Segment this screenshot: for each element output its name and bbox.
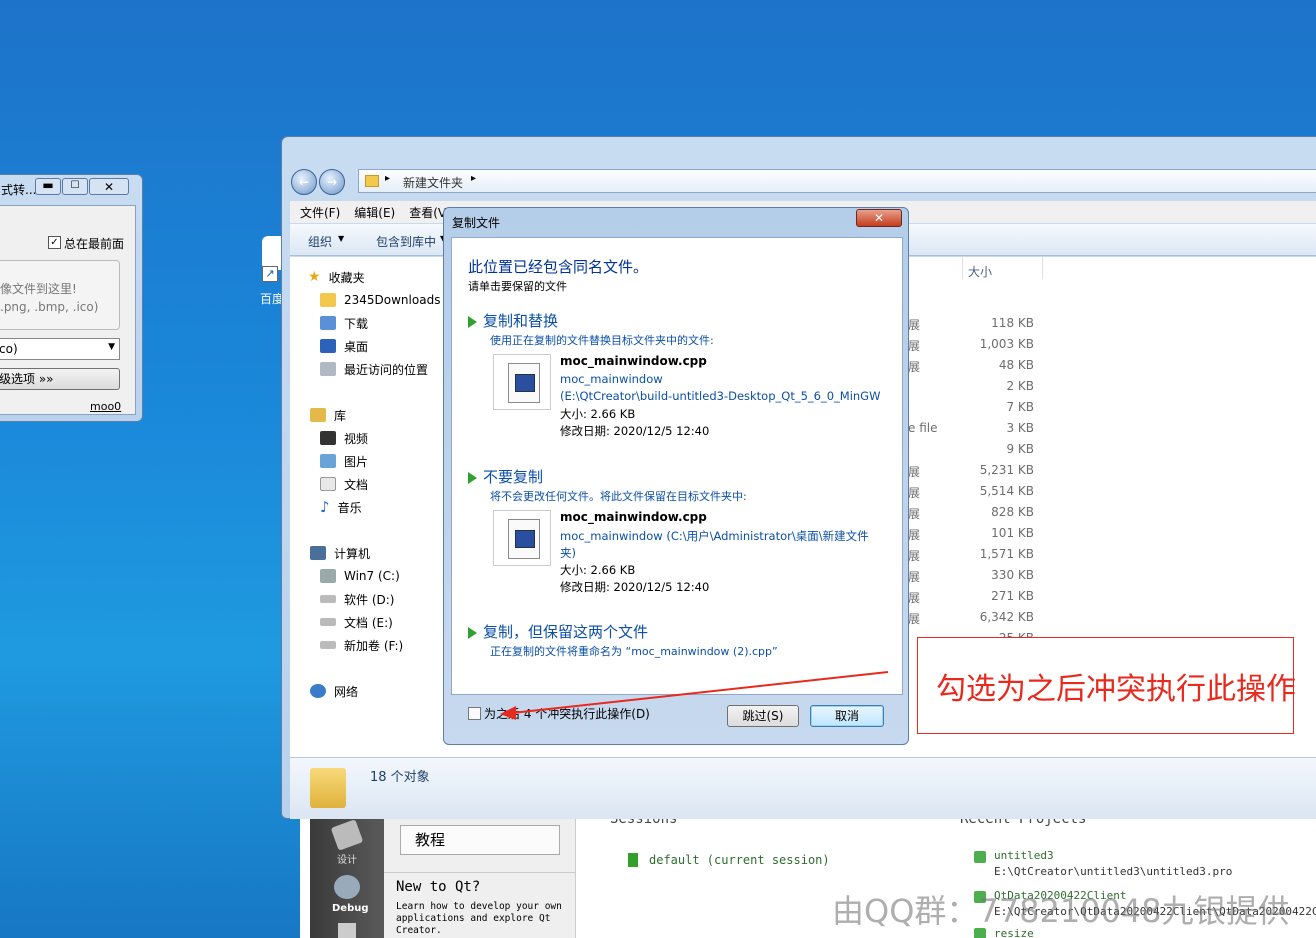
annotation-text: 勾选为之后冲突执行此操作 [936,672,1296,707]
watermark: 由QQ群：778210048九银提供 [832,892,1290,930]
annotation-arrow [500,671,889,720]
